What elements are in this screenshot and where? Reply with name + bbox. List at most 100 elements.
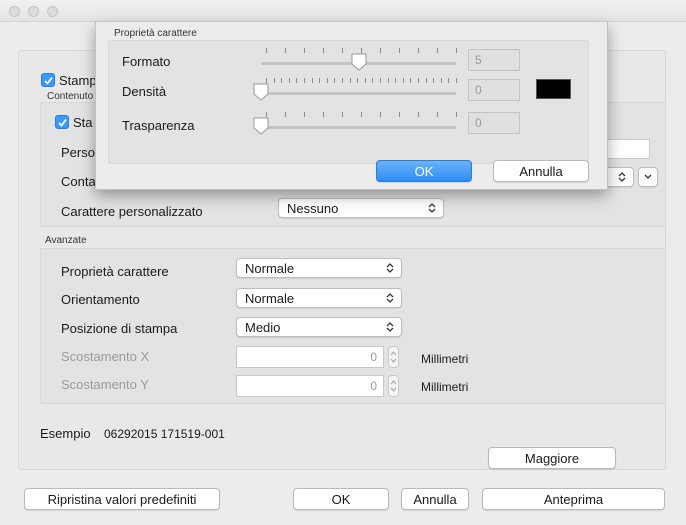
minimize-window-button[interactable] — [28, 6, 39, 17]
print-position-select[interactable]: Medio — [236, 317, 402, 337]
custom-char-value: Nessuno — [287, 201, 339, 216]
slider-tick — [418, 112, 419, 117]
offset-y-field[interactable]: 0 — [236, 375, 384, 397]
slider-tick — [387, 78, 389, 83]
updown-arrows-icon — [386, 263, 394, 273]
color-swatch[interactable] — [536, 79, 571, 99]
slider-tick — [456, 48, 457, 53]
main-window: Stamp Contenuto Sta Perso Conta Caratter… — [0, 0, 686, 525]
slider-tick — [349, 78, 351, 83]
slider-tick — [304, 48, 305, 53]
orientation-label: Orientamento — [61, 292, 140, 307]
char-properties-sheet: Proprietà carattere Formato 5 Densità 0 … — [95, 22, 608, 190]
count-options-popup[interactable] — [638, 167, 658, 187]
stamp-checkbox-label: Stamp — [59, 73, 97, 88]
person-row-label: Perso — [61, 145, 95, 160]
slider-tick — [456, 112, 457, 117]
orientation-select[interactable]: Normale — [236, 288, 402, 308]
updown-arrows-icon — [386, 322, 394, 332]
slider-tick — [380, 48, 381, 53]
zoom-window-button[interactable] — [47, 6, 58, 17]
sheet-group-title: Proprietà carattere — [114, 28, 197, 39]
advanced-group-label: Avanzate — [45, 235, 87, 246]
updown-arrows-icon — [618, 172, 626, 182]
example-label: Esempio — [40, 426, 91, 441]
slider-tick — [364, 78, 366, 83]
slider-tick — [311, 78, 313, 83]
char-props-value: Normale — [245, 261, 295, 276]
cancel-button[interactable]: Annulla — [401, 488, 469, 510]
ok-button[interactable]: OK — [293, 488, 389, 510]
example-value: 06292015 171519-001 — [104, 427, 225, 441]
slider-tick — [448, 78, 450, 83]
format-value-field[interactable]: 5 — [468, 49, 520, 71]
orientation-value: Normale — [245, 291, 295, 306]
offset-y-label: Scostamento Y — [61, 377, 149, 392]
slider-tick — [380, 112, 381, 117]
transparency-slider-track[interactable] — [261, 126, 456, 129]
more-button[interactable]: Maggiore — [488, 447, 616, 469]
stamp-checkbox[interactable] — [41, 73, 55, 87]
format-slider-knob[interactable] — [351, 53, 367, 71]
slider-tick — [342, 48, 343, 53]
density-value-field[interactable]: 0 — [468, 79, 520, 101]
slider-tick — [402, 78, 404, 83]
slider-tick — [399, 48, 400, 53]
person-text-field[interactable] — [602, 139, 650, 159]
slider-tick — [418, 78, 419, 83]
checkmark-icon — [44, 76, 53, 85]
print-position-label: Posizione di stampa — [61, 321, 178, 336]
restore-defaults-button[interactable]: Ripristina valori predefiniti — [24, 488, 220, 510]
offset-x-label: Scostamento X — [61, 349, 150, 364]
density-slider-track[interactable] — [261, 92, 456, 95]
slider-tick — [418, 48, 419, 53]
slider-tick — [342, 78, 343, 83]
slider-tick — [296, 78, 298, 83]
print-position-value: Medio — [245, 320, 281, 335]
updown-arrows-icon — [386, 293, 394, 303]
density-slider-knob[interactable] — [253, 83, 269, 101]
slider-tick — [288, 78, 290, 83]
contents-group-label: Contenuto — [47, 91, 94, 102]
chevron-down-icon — [644, 174, 652, 179]
sheet-cancel-button[interactable]: Annulla — [493, 160, 589, 182]
title-bar — [0, 0, 686, 22]
offset-x-stepper[interactable] — [388, 346, 399, 368]
custom-char-select[interactable]: Nessuno — [278, 198, 444, 218]
transparency-slider-knob[interactable] — [253, 117, 269, 135]
density-slider-ticks — [266, 78, 457, 83]
slider-tick — [273, 78, 275, 83]
slider-tick — [319, 78, 321, 83]
checkmark-icon — [58, 118, 67, 127]
slider-tick — [304, 78, 305, 83]
sheet-ok-button[interactable]: OK — [376, 160, 472, 182]
stepper-arrows-icon — [390, 380, 397, 392]
transparency-value: 0 — [475, 116, 482, 130]
transparency-slider-ticks — [266, 112, 457, 117]
density-label: Densità — [122, 84, 167, 99]
offset-x-field[interactable]: 0 — [236, 346, 384, 368]
inner-stamp-checkbox[interactable] — [55, 115, 69, 129]
slider-tick — [285, 48, 286, 53]
density-value: 0 — [475, 83, 482, 97]
slider-tick — [395, 78, 397, 83]
slider-tick — [437, 48, 438, 53]
close-window-button[interactable] — [9, 6, 20, 17]
offset-x-value: 0 — [370, 350, 377, 364]
slider-tick — [399, 112, 400, 117]
transparency-value-field[interactable]: 0 — [468, 112, 520, 134]
slider-tick — [380, 78, 381, 83]
slider-tick — [304, 112, 305, 117]
offset-y-value: 0 — [370, 379, 377, 393]
slider-tick — [440, 78, 442, 83]
updown-arrows-icon — [428, 203, 436, 213]
char-props-label: Proprietà carattere — [61, 264, 169, 279]
slider-tick — [326, 78, 328, 83]
char-props-select[interactable]: Normale — [236, 258, 402, 278]
slider-tick — [281, 78, 283, 83]
slider-tick — [361, 112, 362, 117]
slider-tick — [357, 78, 359, 83]
slider-tick — [410, 78, 412, 83]
preview-button[interactable]: Anteprima — [482, 488, 665, 510]
offset-y-stepper[interactable] — [388, 375, 399, 397]
